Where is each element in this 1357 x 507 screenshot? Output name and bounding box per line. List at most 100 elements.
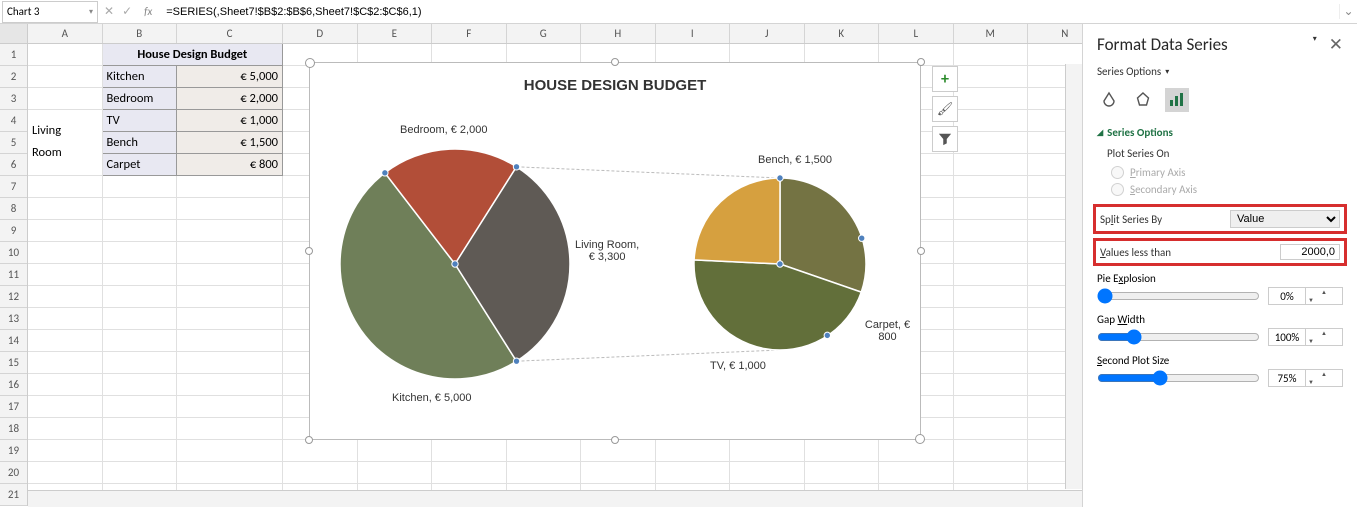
col-header[interactable]: D [283,24,358,43]
cell[interactable] [805,462,880,484]
col-header[interactable]: J [730,24,805,43]
fill-line-icon[interactable] [1097,88,1121,112]
row-header[interactable]: 14 [0,330,27,352]
close-icon[interactable]: ✕ [1329,34,1343,55]
cell[interactable] [954,198,1029,220]
row-header[interactable]: 6 [0,154,27,176]
cell[interactable] [177,352,283,374]
cell[interactable] [656,462,731,484]
cell[interactable] [103,330,178,352]
split-series-by-select[interactable]: Value [1230,210,1340,228]
cell[interactable] [954,374,1029,396]
data-label[interactable]: Kitchen, € 5,000 [392,392,472,404]
cell[interactable] [28,220,103,242]
cell[interactable] [103,286,178,308]
cell[interactable]: € 5,000 [177,66,283,88]
cell[interactable] [28,242,103,264]
cell[interactable] [103,396,178,418]
cell[interactable] [177,286,283,308]
cell[interactable] [103,352,178,374]
cell[interactable] [177,176,283,198]
col-header[interactable]: A [28,24,103,43]
second-plot-size-slider[interactable] [1097,370,1260,386]
cell[interactable] [805,440,880,462]
cell[interactable] [28,264,103,286]
values-less-than-input[interactable] [1280,244,1340,260]
cell[interactable] [177,418,283,440]
cell[interactable]: € 2,000 [177,88,283,110]
cell[interactable] [358,440,433,462]
cell[interactable] [28,44,103,66]
row-header[interactable]: 2 [0,66,27,88]
cell[interactable]: Kitchen [103,66,178,88]
cell[interactable] [954,352,1029,374]
pie-explosion-slider[interactable] [1097,288,1260,304]
cell[interactable] [103,418,178,440]
cell[interactable] [103,462,178,484]
row-header[interactable]: 15 [0,352,27,374]
chart-elements-button[interactable]: + [932,66,958,92]
gap-width-slider[interactable] [1097,329,1260,345]
row-header[interactable]: 21 [0,484,27,506]
row-header[interactable]: 17 [0,396,27,418]
cell[interactable] [954,66,1029,88]
cell[interactable] [28,396,103,418]
cell[interactable] [432,440,507,462]
cell[interactable] [28,308,103,330]
cell[interactable] [28,440,103,462]
resize-handle[interactable] [611,58,619,66]
row-header[interactable]: 16 [0,374,27,396]
row-header[interactable]: 12 [0,286,27,308]
effects-icon[interactable] [1131,88,1155,112]
cell[interactable] [954,242,1029,264]
row-header[interactable]: 7 [0,176,27,198]
chart-filter-button[interactable] [932,126,958,152]
chart-object[interactable]: HOUSE DESIGN BUDGET Bedroom, € 2,000Livi… [309,62,921,440]
resize-handle[interactable] [305,436,313,444]
row-header[interactable]: 13 [0,308,27,330]
gap-width-value[interactable]: 100%▲▼ [1268,328,1343,346]
pie-explosion-value[interactable]: 0%▲▼ [1268,287,1343,305]
cell[interactable] [28,198,103,220]
cell[interactable] [28,352,103,374]
cell[interactable] [177,220,283,242]
cell[interactable] [28,418,103,440]
cell[interactable] [954,286,1029,308]
cell[interactable] [103,198,178,220]
cell[interactable] [28,374,103,396]
row-header[interactable]: 1 [0,44,27,66]
col-header[interactable]: M [954,24,1029,43]
cell[interactable] [730,440,805,462]
cell[interactable]: Bedroom [103,88,178,110]
cancel-icon[interactable]: ✕ [104,4,114,19]
cell[interactable] [28,330,103,352]
col-header[interactable]: L [879,24,954,43]
cell[interactable] [954,176,1029,198]
cell[interactable] [28,66,103,88]
cell[interactable] [177,264,283,286]
cell[interactable] [581,462,656,484]
cell[interactable] [507,440,582,462]
row-header[interactable]: 4 [0,110,27,132]
cell[interactable] [656,440,731,462]
cell[interactable] [432,462,507,484]
cell[interactable] [103,220,178,242]
row-header[interactable]: 8 [0,198,27,220]
row-header[interactable]: 20 [0,462,27,484]
cell[interactable] [103,176,178,198]
cell[interactable] [358,462,433,484]
chevron-down-icon[interactable]: ▾ [89,7,93,17]
cell[interactable] [954,418,1029,440]
cell[interactable] [283,462,358,484]
cell[interactable] [177,308,283,330]
series-options-icon[interactable] [1165,88,1189,112]
cell[interactable] [879,462,954,484]
col-header[interactable]: E [358,24,433,43]
cell[interactable] [954,440,1029,462]
cell[interactable] [177,242,283,264]
vertical-scrollbar[interactable] [1065,64,1082,489]
data-label[interactable]: Carpet, € 800 [855,319,920,343]
cell[interactable] [954,330,1029,352]
cell[interactable] [177,396,283,418]
cell[interactable] [954,396,1029,418]
